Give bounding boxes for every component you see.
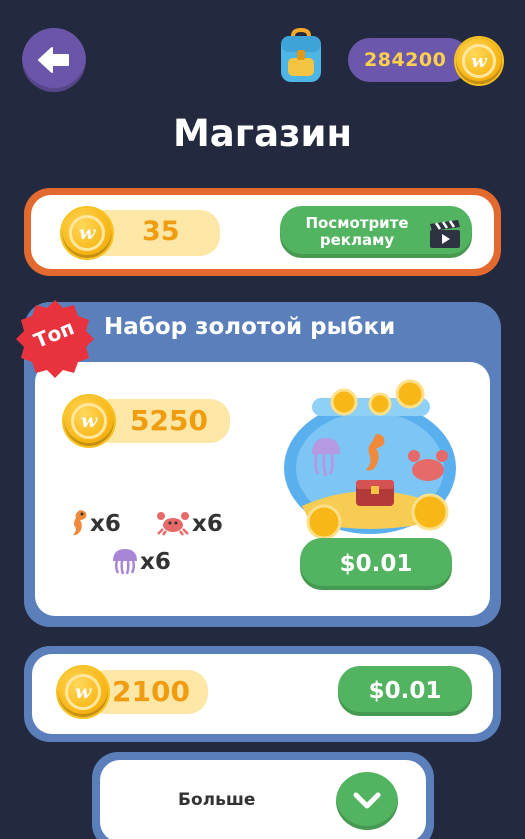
ad-coin-amount: 35 [142, 216, 180, 247]
crab-icon [157, 512, 189, 536]
coin-icon: w [58, 667, 108, 717]
seahorse-qty: x6 [90, 511, 121, 537]
fishbowl-image [284, 379, 456, 538]
watch-ad-label: Посмотрите рекламу [284, 206, 430, 258]
more-button[interactable] [336, 772, 398, 830]
fish-coin-amount: 5250 [130, 404, 208, 437]
chevron-down-icon [353, 792, 381, 809]
coin-pack-amount: 2100 [112, 675, 190, 708]
coin-icon: w [456, 38, 502, 84]
page-title: Магазин [172, 112, 353, 155]
seahorse-icon [73, 510, 87, 536]
coin-icon: w [64, 396, 114, 446]
more-label: Больше [178, 790, 256, 810]
coin-pack-buy-button[interactable]: $0.01 [338, 666, 472, 716]
crab-qty: x6 [192, 511, 223, 537]
back-arrow-icon [38, 47, 69, 73]
backpack-icon[interactable] [278, 28, 324, 84]
gold-fish-buy-button[interactable]: $0.01 [300, 538, 452, 590]
coin-balance: 284200 [348, 38, 470, 82]
jellyfish-qty: x6 [140, 549, 171, 575]
back-button[interactable] [22, 28, 86, 92]
jellyfish-icon [113, 549, 137, 575]
coin-balance-value: 284200 [364, 49, 447, 71]
watch-ad-label-line2: рекламу [319, 231, 395, 249]
clapperboard-icon [430, 220, 460, 248]
watch-ad-label-line1: Посмотрите [305, 214, 409, 232]
gold-fish-pack-title: Набор золотой рыбки [104, 314, 396, 340]
coin-icon: w [62, 208, 112, 258]
